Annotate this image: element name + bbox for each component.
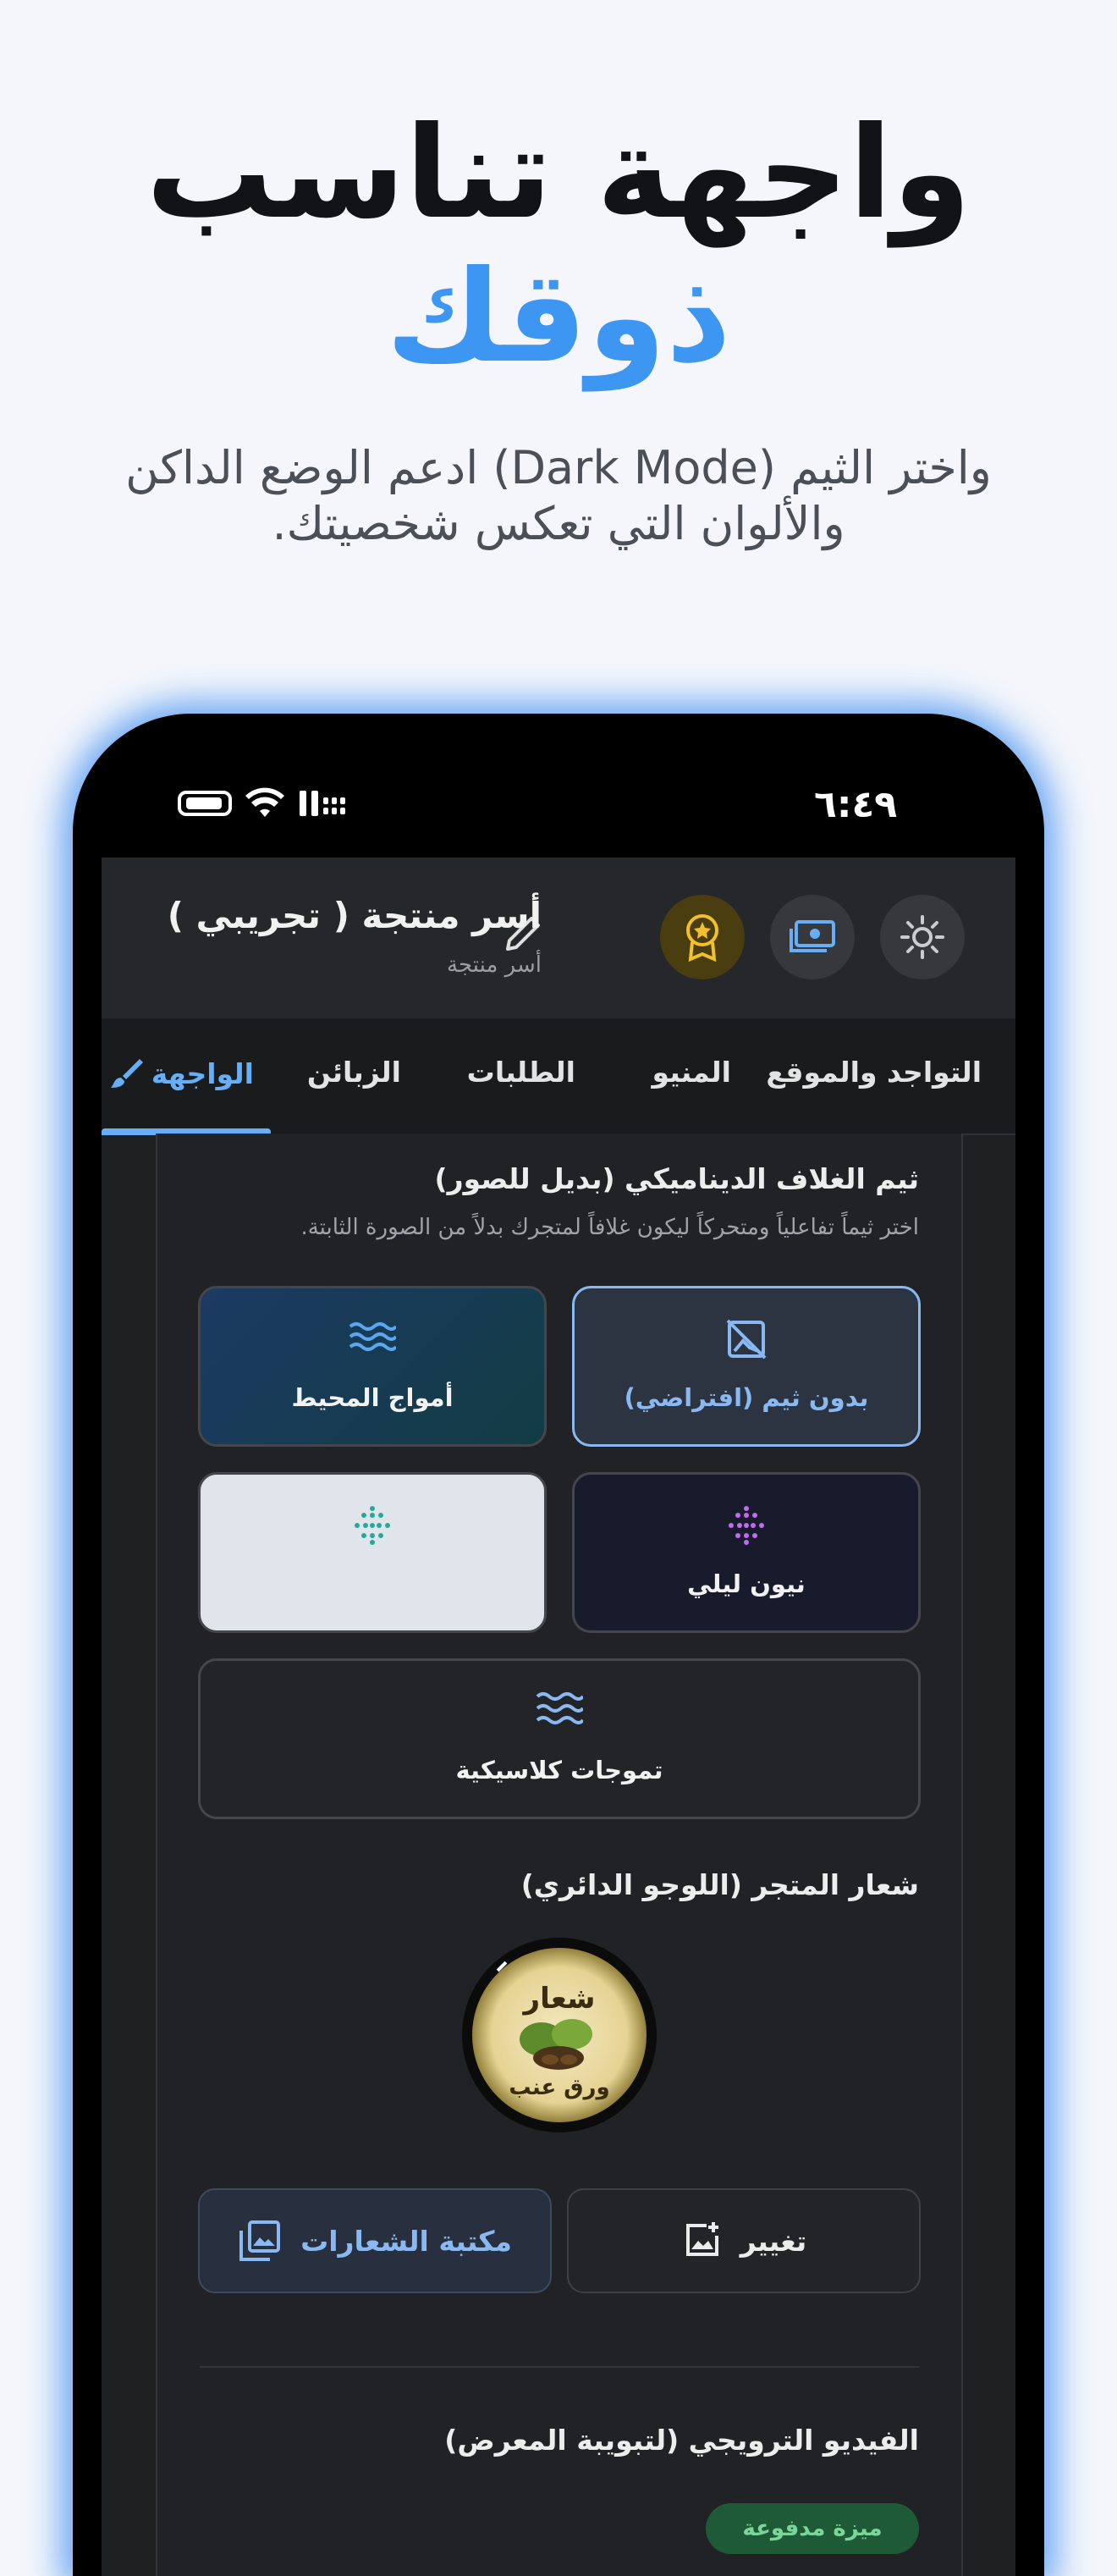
tab-interface-label: الواجهة bbox=[151, 1056, 254, 1090]
wifi-icon bbox=[245, 787, 284, 817]
theme-option-none-label: بدون ثيم (افتراضي) bbox=[624, 1383, 869, 1412]
sun-icon bbox=[900, 915, 944, 959]
logo-library-button[interactable]: مكتبة الشعارات bbox=[198, 2188, 552, 2293]
logo-library-label: مكتبة الشعارات bbox=[300, 2224, 512, 2258]
app-screen: أسر منتجة ( تجريبي ) أسر منتجة التواجد و… bbox=[102, 858, 1015, 2576]
tab-customers[interactable]: الزبائن bbox=[307, 1056, 401, 1089]
store-type: أسر منتجة bbox=[447, 952, 542, 978]
payments-button[interactable] bbox=[770, 895, 855, 979]
award-icon bbox=[686, 914, 718, 963]
waves-icon-classic bbox=[201, 1690, 918, 1735]
logo-text-bottom: ورق عنب bbox=[509, 2075, 610, 2100]
theme-option-light[interactable] bbox=[198, 1472, 547, 1633]
brush-icon bbox=[110, 1059, 143, 1088]
system-icons bbox=[178, 786, 349, 820]
logo-text-top: شعار bbox=[523, 1982, 596, 2016]
tab-location[interactable]: التواجد والموقع bbox=[766, 1056, 982, 1089]
theme-option-classic-waves[interactable]: تموجات كلاسيكية bbox=[198, 1658, 921, 1819]
settings-panel: ثيم الغلاف الديناميكي (بديل للصور) اختر … bbox=[156, 1134, 963, 2576]
dots-grid-icon bbox=[575, 1503, 918, 1555]
theme-option-neon-label: نيون ليلي bbox=[687, 1569, 806, 1598]
no-image-icon bbox=[575, 1317, 918, 1369]
dots-grid-icon-light bbox=[201, 1503, 544, 1555]
change-logo-label: تغيير bbox=[740, 2224, 807, 2258]
paid-feature-badge: ميزة مدفوعة bbox=[706, 2503, 919, 2554]
battery-icon bbox=[178, 791, 232, 816]
photo-library-icon bbox=[239, 2220, 281, 2261]
waves-icon bbox=[201, 1317, 544, 1361]
theme-option-classic-waves-label: تموجات كلاسيكية bbox=[455, 1756, 663, 1784]
phone-frame: ٦:٤٩ أسر منتجة (تجريبي) أسر منتجة التو… bbox=[73, 714, 1044, 2576]
hero-title-line2: ذوقك bbox=[385, 244, 732, 391]
change-logo-button[interactable]: تغيير bbox=[567, 2188, 921, 2293]
section-divider bbox=[200, 2366, 919, 2368]
signal-icon bbox=[300, 791, 345, 816]
logo-section-title: شعار المتجر (اللوجو الدائري) bbox=[520, 1868, 919, 1901]
theme-option-ocean[interactable]: أمواج المحيط bbox=[198, 1286, 547, 1447]
theme-option-none[interactable]: بدون ثيم (افتراضي) bbox=[572, 1286, 921, 1447]
status-time: ٦:٤٩ bbox=[814, 783, 898, 826]
subscription-badge-button[interactable] bbox=[660, 895, 745, 979]
store-name: أسر منتجة ( تجريبي ) bbox=[167, 895, 542, 936]
store-logo[interactable]: شعار ورق عنب bbox=[462, 1938, 657, 2132]
tab-interface[interactable]: الواجهة bbox=[107, 1056, 254, 1091]
tab-menu[interactable]: المنيو bbox=[652, 1056, 731, 1089]
video-section-title: الفيديو الترويجي (لتبويبة المعرض) bbox=[444, 2424, 919, 2457]
tab-bar: التواجد والموقع المنيو الطلبات الزبائن ا… bbox=[102, 1018, 1015, 1135]
logo-image: شعار ورق عنب bbox=[472, 1948, 647, 2122]
add-photo-icon bbox=[685, 2222, 718, 2256]
tab-orders[interactable]: الطلبات bbox=[467, 1056, 575, 1089]
grape-leaves-icon bbox=[520, 2019, 592, 2070]
app-bar: أسر منتجة ( تجريبي ) أسر منتجة bbox=[102, 858, 1015, 1018]
theme-option-neon[interactable]: نيون ليلي bbox=[572, 1472, 921, 1633]
money-icon bbox=[790, 920, 835, 952]
cover-theme-description: اختر ثيماً تفاعلياً ومتحركاً ليكون غلافا… bbox=[300, 1215, 919, 1240]
theme-toggle-button[interactable] bbox=[880, 895, 965, 979]
theme-option-ocean-label: أمواج المحيط bbox=[291, 1383, 454, 1412]
hero-title-line1: واجهة تناسب bbox=[146, 100, 971, 247]
hero-subtitle: واختر الثيم (Dark Mode) ادعم الوضع الداك… bbox=[125, 441, 992, 550]
status-bar: ٦:٤٩ bbox=[73, 714, 1044, 858]
cover-theme-title: ثيم الغلاف الديناميكي (بديل للصور) bbox=[434, 1162, 919, 1195]
